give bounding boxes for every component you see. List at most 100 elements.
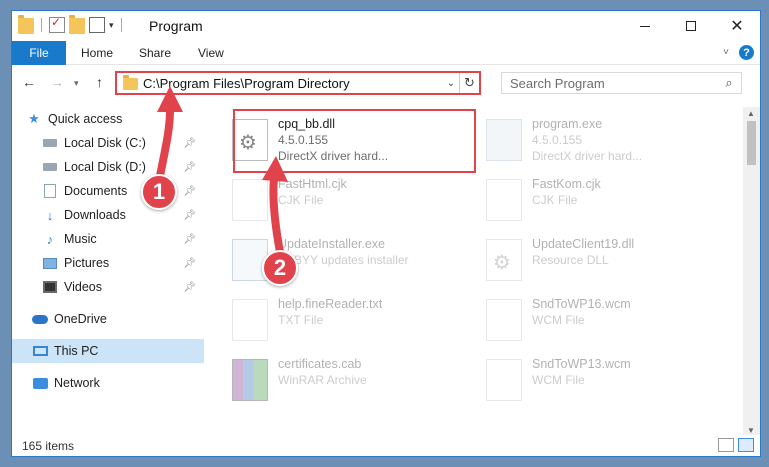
recent-locations-icon[interactable]: ▾ (74, 78, 79, 89)
file-version: 4.5.0.155 (278, 133, 329, 147)
file-item[interactable]: help.fineReader.txt TXT File (226, 291, 466, 347)
new-folder-icon[interactable] (69, 15, 85, 34)
file-type: WCM File (532, 373, 585, 387)
step-1-badge: 1 (141, 174, 177, 210)
file-item[interactable]: certificates.cab WinRAR Archive (226, 351, 466, 407)
nav-item-label: Local Disk (D:) (64, 160, 146, 174)
help-icon[interactable]: ? (739, 45, 754, 60)
nav-item-downloads[interactable]: ↓ Downloads 📌︎ (42, 203, 202, 227)
file-name: FastKom.cjk (532, 177, 601, 191)
status-bar: 165 items (12, 435, 760, 456)
navigation-pane: ★ Quick access Local Disk (C:) 📌︎ Local … (12, 107, 208, 437)
nav-item-quick-access[interactable]: ★ Quick access (26, 107, 202, 131)
pin-icon[interactable]: 📌︎ (183, 234, 196, 245)
up-arrow-icon[interactable]: ↑ (96, 74, 103, 90)
maximize-button[interactable] (668, 11, 714, 41)
file-name: UpdateInstaller.exe (278, 237, 386, 251)
window-title: Program (149, 18, 203, 34)
nav-item-onedrive[interactable]: OneDrive (32, 307, 202, 331)
nav-item-label: Local Disk (C:) (64, 136, 146, 150)
drive-icon (42, 159, 58, 175)
search-icon[interactable]: ⌕ (717, 75, 741, 91)
file-name: UpdateClient19.dll (532, 237, 635, 251)
tiles-view-icon[interactable] (738, 438, 754, 452)
file-item[interactable]: UpdateInstaller.exe ABBYY updates instal… (226, 231, 466, 287)
pin-icon[interactable]: 📌︎ (183, 282, 196, 293)
details-view-icon[interactable] (718, 438, 734, 452)
maximize-icon (686, 21, 696, 31)
tab-home[interactable]: Home (81, 46, 113, 60)
address-bar[interactable]: C:\Program Files\Program Directory ⌄ ↻ (115, 71, 481, 95)
scroll-up-icon[interactable]: ▲ (747, 109, 755, 118)
expand-ribbon-icon[interactable]: ˅ (723, 47, 729, 58)
quick-access-toolbar: ▾ (18, 15, 125, 34)
file-description: DirectX driver hard... (278, 149, 389, 163)
search-placeholder: Search Program (510, 75, 605, 91)
customize-dropdown-icon[interactable]: ▾ (109, 20, 114, 31)
downloads-icon: ↓ (46, 207, 54, 223)
back-arrow-icon[interactable]: ← (22, 74, 36, 90)
step-2-badge: 2 (262, 250, 298, 286)
file-name: program.exe (532, 117, 603, 131)
forward-arrow-icon[interactable]: → (50, 74, 64, 90)
file-name: SndToWP13.wcm (532, 357, 631, 371)
file-type: TXT File (278, 313, 324, 327)
nav-item-videos[interactable]: Videos 📌︎ (42, 275, 202, 299)
file-item[interactable]: FastHtml.cjk CJK File (226, 171, 466, 227)
file-item-program-exe[interactable]: program.exe 4.5.0.155 DirectX driver har… (480, 111, 720, 167)
music-icon: ♪ (46, 231, 54, 247)
nav-item-local-disk-d[interactable]: Local Disk (D:) 📌︎ (42, 155, 202, 179)
tab-file[interactable]: File (12, 41, 66, 65)
file-item-cpq-bb-dll[interactable]: ⚙ cpq_bb.dll 4.5.0.155 DirectX driver ha… (226, 111, 466, 167)
file-item[interactable]: SndToWP13.wcm WCM File (480, 351, 720, 407)
tab-view[interactable]: View (198, 46, 224, 60)
file-type: CJK File (532, 193, 578, 207)
archive-icon (232, 359, 268, 401)
file-item[interactable]: ⚙ UpdateClient19.dll Resource DLL (480, 231, 720, 287)
pin-icon[interactable]: 📌︎ (183, 186, 196, 197)
onedrive-icon (32, 311, 48, 327)
tab-share[interactable]: Share (139, 46, 171, 60)
address-dropdown-icon[interactable]: ⌄ (443, 78, 459, 89)
pin-icon[interactable]: 📌︎ (183, 138, 196, 149)
divider (120, 18, 122, 32)
properties-check-icon[interactable] (49, 15, 65, 33)
search-input[interactable]: Search Program ⌕ (501, 72, 742, 94)
minimize-icon (640, 25, 650, 27)
nav-item-this-pc[interactable]: This PC (12, 339, 204, 363)
document-icon (486, 299, 522, 341)
pictures-icon (42, 255, 58, 271)
file-type: CJK File (278, 193, 324, 207)
refresh-icon[interactable]: ↻ (459, 73, 479, 93)
pin-icon[interactable]: 📌︎ (183, 210, 196, 221)
nav-item-music[interactable]: ♪ Music 📌︎ (42, 227, 202, 251)
scroll-down-icon[interactable]: ▼ (747, 426, 755, 435)
customize-icon[interactable] (89, 17, 105, 33)
file-version: 4.5.0.155 (532, 133, 583, 147)
address-path[interactable]: C:\Program Files\Program Directory (143, 76, 443, 91)
nav-item-network[interactable]: Network (32, 371, 202, 395)
folder-icon (18, 15, 34, 34)
file-name: FastHtml.cjk (278, 177, 347, 191)
nav-item-label: Documents (64, 184, 128, 198)
close-button[interactable]: ✕ (714, 11, 760, 41)
file-item[interactable]: SndToWP16.wcm WCM File (480, 291, 720, 347)
nav-item-label: Quick access (48, 112, 123, 126)
file-description: DirectX driver hard... (532, 149, 643, 163)
nav-item-documents[interactable]: Documents 📌︎ (42, 179, 202, 203)
view-toggle (718, 438, 754, 452)
nav-item-local-disk-c[interactable]: Local Disk (C:) 📌︎ (42, 131, 202, 155)
vertical-scrollbar[interactable]: ▲ ▼ (743, 107, 760, 437)
file-name: cpq_bb.dll (278, 117, 335, 131)
pin-icon[interactable]: 📌︎ (183, 162, 196, 173)
scroll-thumb[interactable] (747, 121, 756, 165)
this-pc-icon (32, 343, 48, 359)
ribbon-controls: ˅ ? (723, 45, 754, 60)
file-type: WCM File (532, 313, 585, 327)
pin-icon[interactable]: 📌︎ (183, 258, 196, 269)
address-row: ← → ▾ ↑ C:\Program Files\Program Directo… (12, 65, 760, 100)
document-icon (232, 299, 268, 341)
file-item[interactable]: FastKom.cjk CJK File (480, 171, 720, 227)
nav-item-pictures[interactable]: Pictures 📌︎ (42, 251, 202, 275)
minimize-button[interactable] (622, 11, 668, 41)
